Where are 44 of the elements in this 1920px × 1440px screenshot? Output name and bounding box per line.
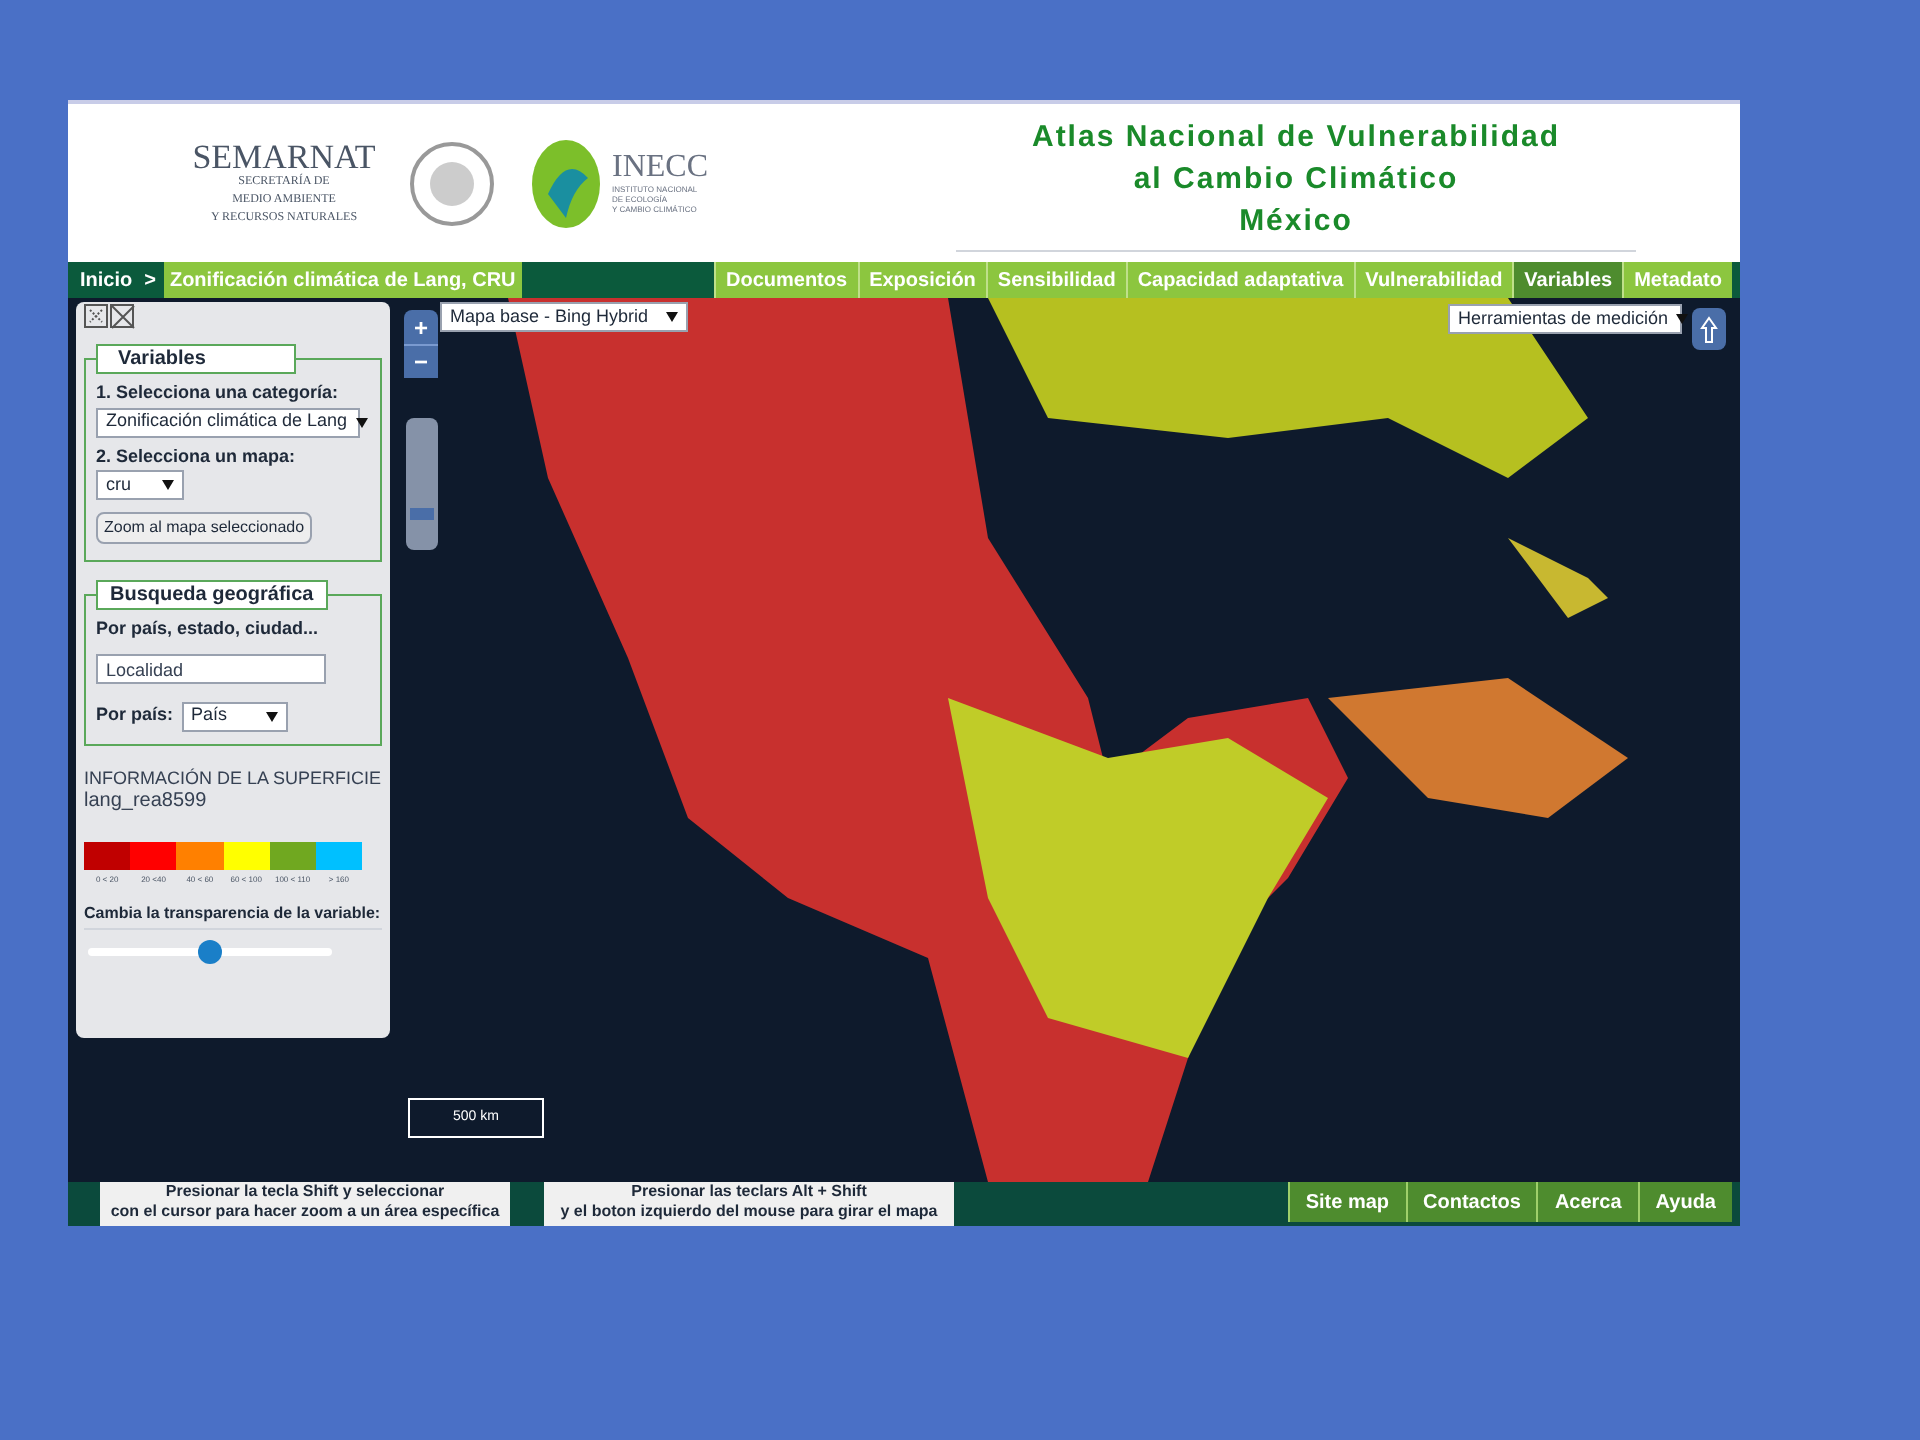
field-label: Por país, estado, ciudad... <box>96 616 321 642</box>
nav-tab[interactable]: Variables <box>1512 262 1623 298</box>
arrow-up-icon <box>1700 315 1718 343</box>
field-label: Por país: <box>96 702 174 729</box>
zoom-out-button[interactable]: − <box>404 344 438 378</box>
zoom-slider[interactable] <box>405 418 437 550</box>
measurement-tools-dropdown[interactable]: Herramientas de medición <box>1448 304 1682 334</box>
zoom-slider-thumb[interactable] <box>409 508 433 520</box>
breadcrumb-current: Zonificación climática de Lang, CRU <box>163 262 522 298</box>
field-label: 2. Selecciona un mapa: <box>96 443 298 470</box>
base-layer-dropdown[interactable]: Mapa base - Bing Hybrid <box>440 302 688 332</box>
inecc-logo-text: INECC <box>612 152 708 184</box>
slider-thumb[interactable] <box>198 939 222 963</box>
zoom-in-button[interactable]: + <box>404 310 438 344</box>
keyboard-hint: Presionar las teclars Alt + Shift y el boton izquierdo del mouse para girar el mapa <box>544 1182 954 1226</box>
keyboard-hint: Presionar la tecla Shift y seleccionar con el cursor para hacer zoom a un área específica <box>100 1182 510 1226</box>
atlas-title: México <box>1239 201 1353 241</box>
map-dropdown[interactable]: cru <box>96 470 184 500</box>
transparency-label: Cambia la transparencia de la variable: <box>84 901 382 925</box>
transparency-slider[interactable] <box>88 939 332 963</box>
fieldset-legend: Busqueda geográfica <box>96 580 328 610</box>
breadcrumb-separator: > <box>144 267 156 295</box>
footer-link[interactable]: Acerca <box>1536 1182 1638 1222</box>
caret-icon <box>355 417 368 427</box>
footer-link[interactable]: Ayuda <box>1637 1182 1732 1222</box>
zoom-button[interactable]: Zoom al mapa seleccionado <box>96 512 313 544</box>
caret-icon <box>162 480 174 490</box>
caret-icon <box>265 711 278 721</box>
semarnat-logo-text: SEMARNAT <box>192 139 376 173</box>
footer-link[interactable]: Contactos <box>1405 1182 1537 1222</box>
fieldset-legend: Variables <box>96 344 296 374</box>
location-input[interactable]: Localidad <box>96 654 326 684</box>
expand-icon[interactable] <box>84 304 136 330</box>
country-dropdown[interactable]: País <box>181 701 288 731</box>
breadcrumb-link[interactable]: Inicio <box>68 262 145 298</box>
field-label: 1. Selecciona una categoría: <box>96 380 341 406</box>
atlas-title: Atlas Nacional de Vulnerabilidad <box>1031 117 1560 157</box>
atlas-title: al Cambio Climático <box>1133 159 1459 199</box>
caret-icon <box>666 312 678 322</box>
caret-icon <box>1676 314 1689 324</box>
info-title: INFORMACIÓN DE LA SUPERFICIE <box>84 765 382 789</box>
layer-name: lang_rea8599 <box>84 789 209 813</box>
footer-link[interactable]: Site map <box>1287 1182 1406 1222</box>
arrow-up-button[interactable] <box>1692 308 1726 350</box>
